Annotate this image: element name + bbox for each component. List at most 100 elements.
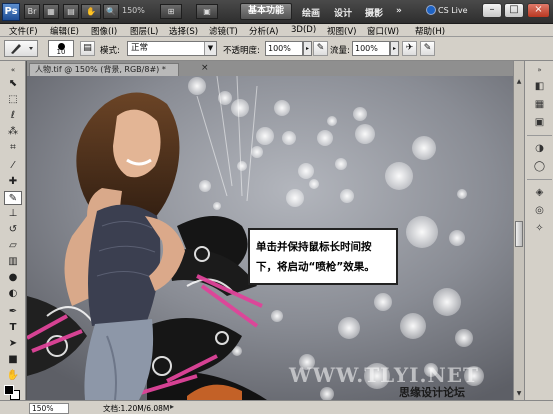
workspace-essentials-button[interactable]: 基本功能 (240, 3, 292, 20)
menu-bar: 文件(F) 编辑(E) 图像(I) 图层(L) 选择(S) 滤镜(T) 分析(A… (0, 24, 553, 37)
tools-panel: « ⬉ ⬚ ℓ ⁂ ⌗ ⁄ ✚ ✎ ⊥ ↺ ▱ ▥ ● ◐ ✒ T ➤ ■ ✋ (0, 61, 26, 400)
mini-bridge-button[interactable]: ▦ (43, 4, 59, 19)
opacity-input[interactable]: 100% (265, 41, 303, 56)
flow-input[interactable]: 100% (352, 41, 390, 56)
paths-panel-icon[interactable]: ✧ (531, 221, 548, 236)
healing-brush-icon[interactable]: ✚ (4, 175, 22, 189)
menu-edit[interactable]: 编辑(E) (50, 25, 79, 37)
scrollbar-thumb[interactable] (515, 221, 523, 247)
bridge-button[interactable]: Br (24, 4, 40, 19)
layers-panel-icon[interactable]: ◈ (531, 185, 548, 200)
swatches-panel-icon[interactable]: ▦ (531, 97, 548, 112)
adjustments-panel-icon[interactable]: ◑ (531, 141, 548, 156)
eraser-icon[interactable]: ▱ (4, 239, 22, 253)
arrange-documents-button[interactable]: ⊞ (160, 4, 182, 19)
channels-panel-icon[interactable]: ◎ (531, 203, 548, 218)
dodge-icon[interactable]: ◐ (4, 287, 22, 301)
chevron-down-icon: ▼ (204, 42, 216, 55)
brush-icon[interactable]: ✎ (4, 191, 22, 205)
menu-filter[interactable]: 滤镜(T) (209, 25, 238, 37)
marquee-icon[interactable]: ⬚ (4, 93, 22, 107)
blend-mode-value: 正常 (131, 43, 149, 53)
scroll-up-icon[interactable]: ▲ (514, 77, 524, 87)
tool-preset-picker[interactable] (4, 40, 38, 57)
options-bar: 10 ▤ 模式: 正常 ▼ 不透明度: 100% ▸ ✎ 流量: 100% ▸ … (0, 37, 553, 61)
workspace-photography-button[interactable]: 摄影 (365, 6, 383, 19)
masks-panel-icon[interactable]: ◯ (531, 159, 548, 174)
instruction-callout: 单击并保持鼠标长时间按 下，将启动“喷枪”效果。 (248, 228, 398, 285)
type-icon[interactable]: T (4, 321, 22, 335)
photoshop-logo: Ps (2, 3, 20, 21)
brush-preset-picker[interactable]: 10 (48, 40, 74, 57)
vertical-scrollbar[interactable]: ▲ ▼ (513, 61, 524, 400)
shape-icon[interactable]: ■ (4, 353, 22, 367)
menu-layer[interactable]: 图层(L) (130, 25, 158, 37)
menu-window[interactable]: 窗口(W) (367, 25, 399, 37)
tablet-pressure-opacity-icon[interactable]: ✎ (313, 41, 328, 56)
menu-help[interactable]: 帮助(H) (415, 25, 445, 37)
callout-line-2: 下，将启动“喷枪”效果。 (256, 261, 375, 273)
document-canvas[interactable]: 单击并保持鼠标长时间按 下，将启动“喷枪”效果。 WWW.TLYI.NET 思缘… (27, 76, 513, 400)
brush-tool-preset-icon (11, 44, 33, 54)
cs-live-icon (426, 5, 436, 15)
status-zoom-field[interactable]: 150% (29, 403, 69, 414)
zoom-view-button[interactable]: 🔍 (103, 4, 119, 19)
tablet-pressure-size-icon[interactable]: ✎ (420, 41, 435, 56)
menu-file[interactable]: 文件(F) (9, 25, 38, 37)
application-title-bar: Ps Br ▦ ▤ ✋ 🔍 150% ⊞ ▣ 基本功能 绘画 设计 摄影 » C… (0, 0, 553, 24)
mode-label: 模式: (100, 46, 120, 56)
color-panel-icon[interactable]: ◧ (531, 79, 548, 94)
flow-slider-toggle[interactable]: ▸ (390, 41, 399, 56)
blend-mode-select[interactable]: 正常 ▼ (127, 41, 217, 56)
airbrush-icon[interactable]: ✈ (402, 41, 417, 56)
menu-analysis[interactable]: 分析(A) (249, 25, 278, 37)
pen-icon[interactable]: ✒ (4, 305, 22, 319)
gradient-icon[interactable]: ▥ (4, 255, 22, 269)
close-icon[interactable]: × (201, 63, 209, 73)
panel-expand-icon[interactable]: » (531, 63, 548, 78)
quick-select-icon[interactable]: ⁂ (4, 125, 22, 139)
view-extras-button[interactable]: ▤ (63, 4, 79, 19)
menu-view[interactable]: 视图(V) (327, 25, 356, 37)
history-brush-icon[interactable]: ↺ (4, 223, 22, 237)
opacity-slider-toggle[interactable]: ▸ (303, 41, 312, 56)
panel-collapse-icon[interactable]: « (4, 63, 22, 77)
callout-line-1: 单击并保持鼠标长时间按 (256, 241, 372, 253)
opacity-label: 不透明度: (223, 46, 260, 56)
foreground-color-swatch[interactable] (4, 385, 14, 395)
blur-icon[interactable]: ● (4, 271, 22, 285)
crop-icon[interactable]: ⌗ (4, 141, 22, 155)
clone-stamp-icon[interactable]: ⊥ (4, 207, 22, 221)
styles-panel-icon[interactable]: ▣ (531, 115, 548, 130)
hand-view-button[interactable]: ✋ (81, 4, 101, 19)
maximize-button[interactable]: □ (504, 3, 524, 18)
status-menu-arrow-icon[interactable]: ▸ (170, 402, 174, 411)
flow-label: 流量: (330, 46, 350, 56)
path-select-icon[interactable]: ➤ (4, 337, 22, 351)
hand-icon[interactable]: ✋ (4, 369, 22, 383)
zoom-level-dropdown[interactable]: 150% (122, 6, 145, 15)
minimize-button[interactable]: – (482, 3, 502, 18)
screen-mode-button[interactable]: ▣ (196, 4, 218, 19)
panel-dock: » ◧ ▦ ▣ ◑ ◯ ◈ ◎ ✧ (524, 61, 553, 400)
cs-live-button[interactable]: CS Live (426, 5, 468, 15)
workspace-design-button[interactable]: 设计 (334, 6, 352, 19)
status-bar: 150% 文档:1.20M/6.08M ▸ (0, 400, 553, 414)
menu-image[interactable]: 图像(I) (91, 25, 117, 37)
cs-live-label: CS Live (438, 6, 468, 15)
eyedropper-icon[interactable]: ⁄ (4, 159, 22, 173)
move-icon[interactable]: ⬉ (4, 77, 22, 91)
lasso-icon[interactable]: ℓ (4, 109, 22, 123)
document-tab[interactable]: 人物.tif @ 150% (背景, RGB/8#) * (29, 63, 179, 76)
watermark-forum-text: 思缘设计论坛 (399, 386, 465, 399)
brush-tip-icon (58, 43, 65, 50)
toggle-brush-panel-icon[interactable]: ▤ (80, 41, 95, 56)
scroll-down-icon[interactable]: ▼ (514, 389, 524, 399)
dock-separator (527, 135, 552, 136)
menu-select[interactable]: 选择(S) (169, 25, 198, 37)
close-button[interactable]: × (527, 3, 550, 18)
dock-separator (527, 179, 552, 180)
workspace-painting-button[interactable]: 绘画 (302, 6, 320, 19)
menu-3d[interactable]: 3D(D) (291, 25, 316, 35)
workspace-more-button[interactable]: » (396, 6, 402, 16)
